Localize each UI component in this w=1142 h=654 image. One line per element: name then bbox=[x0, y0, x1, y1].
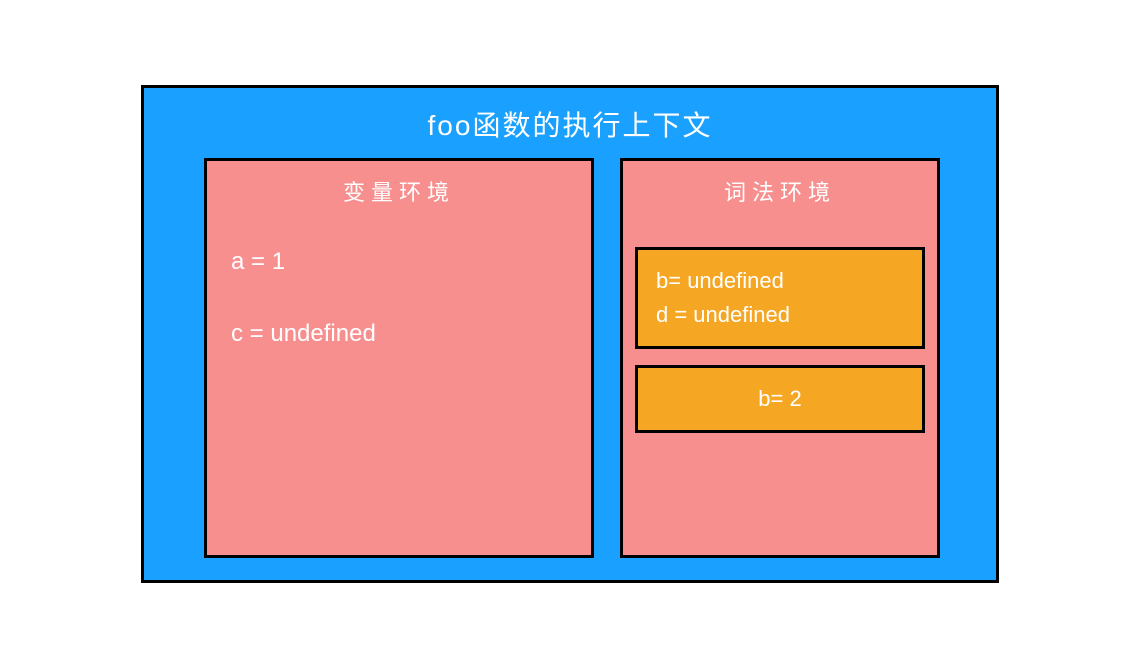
lexical-environment-panel: 词法环境 b= undefined d = undefined b= 2 bbox=[620, 158, 940, 558]
variable-environment-panel: 变量环境 a = 1 c = undefined bbox=[204, 158, 594, 558]
variable-env-title: 变量环境 bbox=[207, 161, 591, 215]
lexical-outer-scope: b= 2 bbox=[635, 365, 925, 433]
execution-context-frame: foo函数的执行上下文 变量环境 a = 1 c = undefined 词法环… bbox=[141, 85, 999, 583]
context-title: foo函数的执行上下文 bbox=[144, 88, 996, 154]
lexical-inner-scope: b= undefined d = undefined bbox=[635, 247, 925, 349]
lex-inner-d: d = undefined bbox=[656, 298, 904, 332]
variable-env-list: a = 1 c = undefined bbox=[207, 215, 591, 350]
lexical-env-title: 词法环境 bbox=[623, 161, 937, 215]
lex-outer-b: b= 2 bbox=[638, 382, 922, 416]
var-a: a = 1 bbox=[231, 245, 567, 279]
var-c: c = undefined bbox=[231, 317, 567, 351]
lex-inner-b: b= undefined bbox=[656, 264, 904, 298]
environments-row: 变量环境 a = 1 c = undefined 词法环境 b= undefin… bbox=[144, 154, 996, 580]
spacer bbox=[623, 215, 937, 239]
